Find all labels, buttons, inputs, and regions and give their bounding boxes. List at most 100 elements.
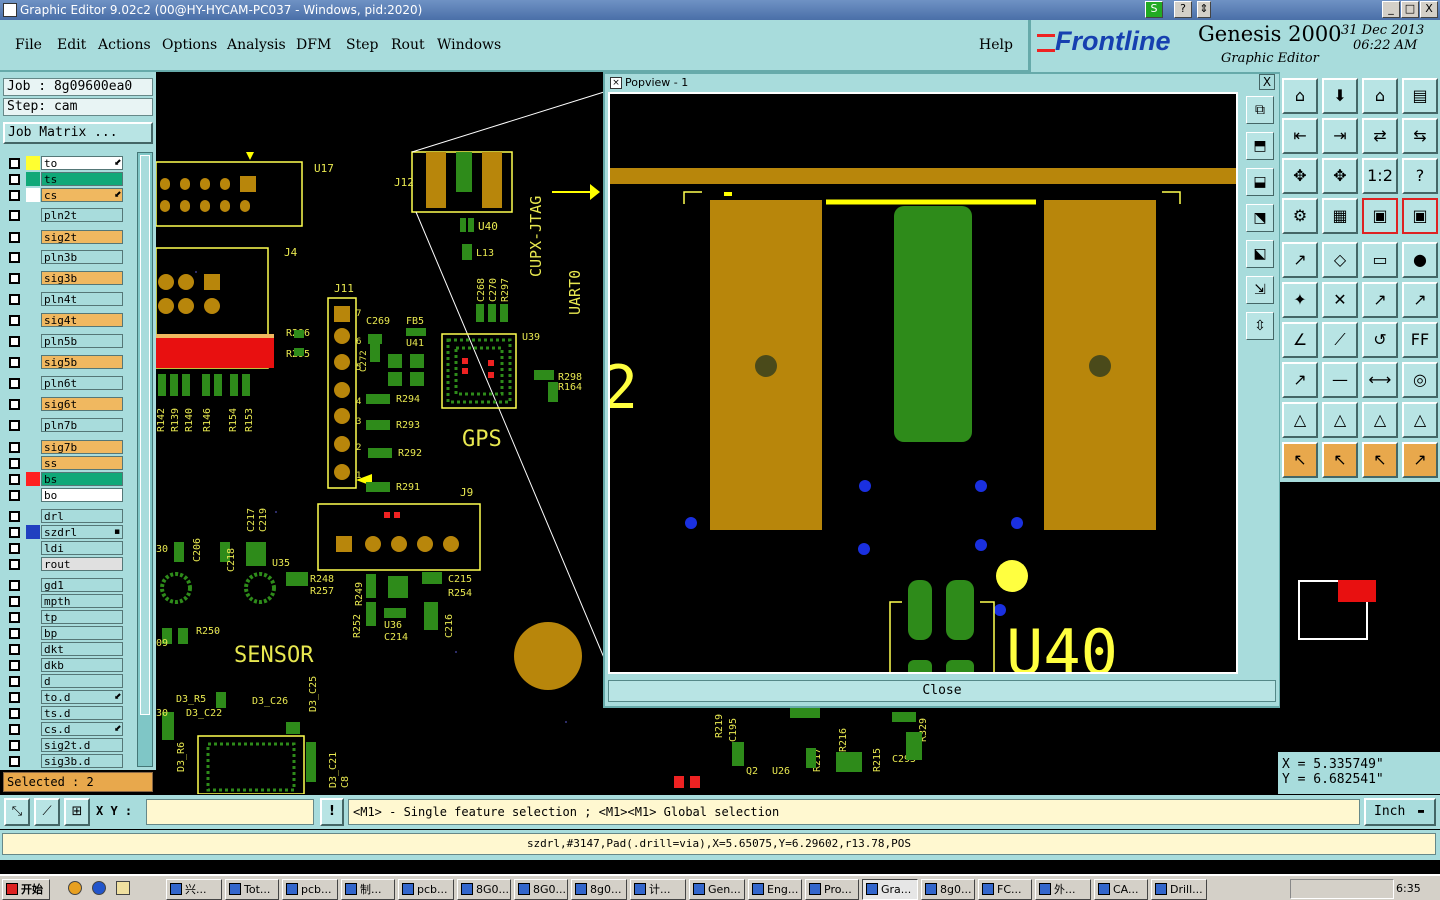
tool-icon[interactable]: ⟷	[1362, 362, 1398, 398]
layer-checkbox[interactable]	[9, 490, 20, 501]
layer-checkbox[interactable]	[9, 210, 20, 221]
layer-row-pln7b[interactable]: pln7b	[4, 418, 134, 432]
layer-color-swatch[interactable]	[26, 440, 40, 454]
help-icon[interactable]: ?	[1174, 1, 1192, 18]
tool-icon[interactable]: —	[1322, 362, 1358, 398]
layer-checkbox[interactable]	[9, 756, 20, 767]
layer-row-cs[interactable]: cs ⬋	[4, 188, 134, 202]
layer-row-pln6t[interactable]: pln6t	[4, 376, 134, 390]
tool-icon[interactable]: ↗	[1282, 362, 1318, 398]
taskbar-item[interactable]: FC...	[978, 879, 1032, 900]
layer-checkbox[interactable]	[9, 190, 20, 201]
start-button[interactable]: 开始	[2, 879, 50, 900]
tool-icon[interactable]: ⇆	[1402, 118, 1438, 154]
layer-checkbox[interactable]	[9, 158, 20, 169]
tool-icon[interactable]: ⌂	[1362, 78, 1398, 114]
tool-icon[interactable]: ⟋	[1322, 322, 1358, 358]
layer-color-swatch[interactable]	[26, 626, 40, 640]
tool-icon[interactable]: ↗	[1402, 442, 1438, 478]
grid-snap-icon[interactable]: ⊞	[64, 798, 90, 826]
taskbar-item[interactable]: pcb...	[398, 879, 454, 900]
tool-icon[interactable]: △	[1362, 402, 1398, 438]
layer-checkbox[interactable]	[9, 559, 20, 570]
tool-icon[interactable]: ?	[1402, 158, 1438, 194]
layer-color-swatch[interactable]	[26, 188, 40, 202]
maximize-button[interactable]: □	[1401, 1, 1419, 18]
layer-checkbox[interactable]	[9, 612, 20, 623]
layer-color-swatch[interactable]	[26, 594, 40, 608]
popview-canvas[interactable]: U40 2	[602, 92, 1238, 689]
layer-checkbox[interactable]	[9, 399, 20, 410]
popview-close-button[interactable]: Close	[608, 680, 1276, 702]
popview-tool-icon[interactable]: ⇲	[1246, 276, 1274, 304]
tool-icon[interactable]: ⌂	[1282, 78, 1318, 114]
taskbar-item[interactable]: Drill...	[1151, 879, 1207, 900]
tool-icon[interactable]: ↖	[1282, 442, 1318, 478]
tool-icon[interactable]: ↗	[1362, 282, 1398, 318]
taskbar-item[interactable]: pcb...	[282, 879, 338, 900]
tool-icon[interactable]: 1:2	[1362, 158, 1398, 194]
layer-color-swatch[interactable]	[26, 271, 40, 285]
popview-tool-icon[interactable]: ⬕	[1246, 240, 1274, 268]
menu-actions[interactable]: Actions	[98, 37, 151, 53]
layer-color-swatch[interactable]	[26, 230, 40, 244]
tool-icon[interactable]: ✥	[1322, 158, 1358, 194]
layer-row-gd1[interactable]: gd1	[4, 578, 134, 592]
layer-color-swatch[interactable]	[26, 610, 40, 624]
warning-icon[interactable]: !	[320, 798, 344, 826]
zoom-area-icon[interactable]: ⤡	[4, 798, 30, 826]
taskbar-item[interactable]: 8G0...	[457, 879, 511, 900]
layer-row-sig5b[interactable]: sig5b	[4, 355, 134, 369]
menu-edit[interactable]: Edit	[57, 37, 86, 53]
tool-icon[interactable]: ∠	[1282, 322, 1318, 358]
layer-color-swatch[interactable]	[26, 541, 40, 555]
layer-color-swatch[interactable]	[26, 250, 40, 264]
layer-checkbox[interactable]	[9, 273, 20, 284]
layer-row-sig3b-d[interactable]: sig3b.d	[4, 754, 134, 768]
taskbar-item[interactable]: 8g0...	[571, 879, 627, 900]
layer-row-tp[interactable]: tp	[4, 610, 134, 624]
taskbar-item[interactable]: Tot...	[225, 879, 279, 900]
layer-checkbox[interactable]	[9, 676, 20, 687]
layer-checkbox[interactable]	[9, 527, 20, 538]
tool-icon[interactable]: ▤	[1402, 78, 1438, 114]
menu-options[interactable]: Options	[162, 37, 217, 53]
close-button[interactable]: X	[1420, 1, 1438, 18]
scroll-thumb[interactable]	[140, 155, 150, 715]
layer-checkbox[interactable]	[9, 660, 20, 671]
quicklaunch-desktop-icon[interactable]	[116, 881, 130, 895]
layer-row-ldi[interactable]: ldi	[4, 541, 134, 555]
layer-row-pln3b[interactable]: pln3b	[4, 250, 134, 264]
job-matrix-button[interactable]: Job Matrix ...	[3, 122, 153, 144]
xy-input[interactable]	[146, 799, 314, 825]
tool-icon[interactable]: ▦	[1322, 198, 1358, 234]
scroll-icon[interactable]: ⇕	[1197, 1, 1211, 18]
layer-checkbox[interactable]	[9, 315, 20, 326]
layer-color-swatch[interactable]	[26, 355, 40, 369]
tool-icon[interactable]: ⇄	[1362, 118, 1398, 154]
layer-checkbox[interactable]	[9, 174, 20, 185]
taskbar-item[interactable]: 8G0...	[514, 879, 568, 900]
layer-checkbox[interactable]	[9, 420, 20, 431]
taskbar-item[interactable]: CA...	[1094, 879, 1148, 900]
layer-color-swatch[interactable]	[26, 578, 40, 592]
popview-tool-icon[interactable]: ⬒	[1246, 132, 1274, 160]
layer-color-swatch[interactable]	[26, 488, 40, 502]
layer-row-sig6t[interactable]: sig6t	[4, 397, 134, 411]
layer-row-cs-d[interactable]: cs.d ⬋	[4, 722, 134, 736]
layer-checkbox[interactable]	[9, 724, 20, 735]
layer-color-swatch[interactable]	[26, 334, 40, 348]
layer-row-ss[interactable]: ss	[4, 456, 134, 470]
tool-icon[interactable]: ⚙	[1282, 198, 1318, 234]
tool-icon[interactable]: ↺	[1362, 322, 1398, 358]
layer-row-dkb[interactable]: dkb	[4, 658, 134, 672]
layer-row-sig2t-d[interactable]: sig2t.d	[4, 738, 134, 752]
layer-checkbox[interactable]	[9, 628, 20, 639]
taskbar-item[interactable]: 外...	[1035, 879, 1091, 900]
tool-icon[interactable]: ↖	[1362, 442, 1398, 478]
tool-icon[interactable]: ▣	[1362, 198, 1398, 234]
layer-row-bp[interactable]: bp	[4, 626, 134, 640]
layer-row-sig3b[interactable]: sig3b	[4, 271, 134, 285]
layer-color-swatch[interactable]	[26, 172, 40, 186]
layer-color-swatch[interactable]	[26, 208, 40, 222]
